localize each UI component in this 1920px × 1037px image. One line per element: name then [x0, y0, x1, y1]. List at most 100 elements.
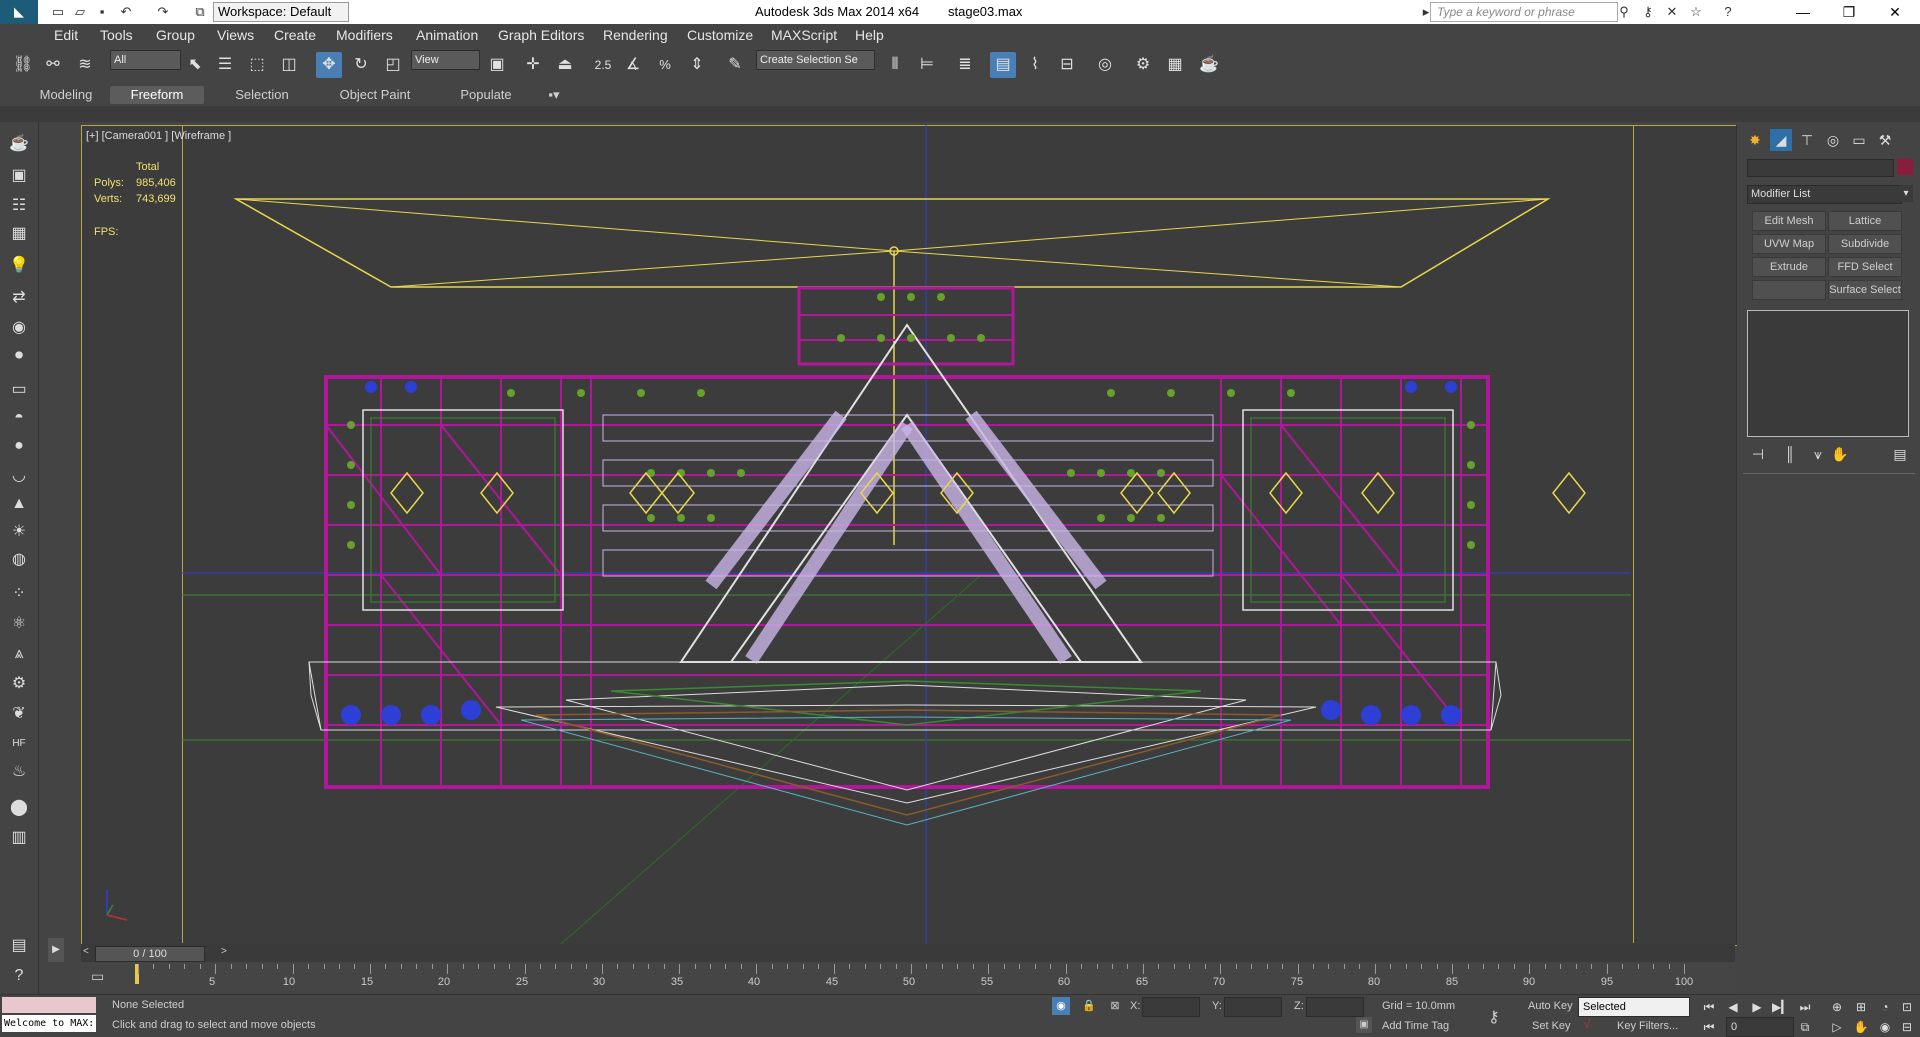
layer-manager-icon[interactable]: ≣	[952, 52, 978, 78]
material-editor-icon[interactable]: ◎	[1092, 52, 1118, 78]
modifier-list-dropdown[interactable]: Modifier List	[1747, 185, 1902, 204]
ref-coord-dropdown[interactable]: View	[411, 50, 480, 70]
zoom-all-icon[interactable]: ⊞	[1852, 999, 1870, 1015]
render-setup-icon[interactable]: ⚙	[1130, 52, 1156, 78]
select-scale-icon[interactable]: ◰	[380, 52, 406, 78]
time-config-icon[interactable]: ⧉	[1796, 1019, 1814, 1035]
workspace-dropdown[interactable]: Workspace: Default	[213, 2, 349, 22]
key-mode-dropdown[interactable]: Selected	[1578, 997, 1690, 1017]
restore-button[interactable]: ❐	[1826, 0, 1872, 24]
menu-graph-editors[interactable]: Graph Editors	[498, 27, 584, 43]
tripod-icon[interactable]: ⩓	[6, 642, 32, 666]
disc-icon[interactable]: ◍	[6, 548, 32, 572]
open-file-icon[interactable]: ▱	[72, 4, 88, 20]
auto-key-button[interactable]: Auto Key	[1528, 1000, 1573, 1012]
goto-start-icon[interactable]: ⏮	[1700, 999, 1718, 1015]
display-tab-icon[interactable]: ▭	[1848, 129, 1870, 151]
y-coordinate-field[interactable]	[1224, 997, 1282, 1017]
object-name-field[interactable]	[1747, 159, 1894, 177]
tab-populate[interactable]: Populate	[446, 86, 526, 104]
rect-selection-icon[interactable]: ⬚	[244, 52, 270, 78]
plant-icon[interactable]: ❦	[6, 702, 32, 726]
mirror-icon[interactable]: ⫴	[882, 52, 908, 78]
set-key-icon[interactable]: √	[1578, 1017, 1596, 1033]
orbit-icon[interactable]: ◔	[1876, 999, 1894, 1015]
box-icon[interactable]: ▭	[6, 378, 32, 402]
gear-icon[interactable]: ⚙	[6, 672, 32, 696]
surface-select-button[interactable]: Surface Select	[1828, 280, 1902, 300]
tab-object-paint[interactable]: Object Paint	[328, 86, 422, 104]
time-slider[interactable]: < 0 / 100 >	[81, 944, 1735, 962]
lock-selection-icon[interactable]: 🔒	[1080, 997, 1098, 1015]
window-crossing-icon[interactable]: ◫	[276, 52, 302, 78]
selection-filter-dropdown[interactable]: All	[110, 50, 181, 70]
angle-snap-icon[interactable]: ∡	[620, 52, 646, 78]
bind-space-warp-icon[interactable]: ≋	[72, 52, 98, 78]
pivot-center-icon[interactable]: ▣	[484, 52, 510, 78]
current-frame-field[interactable]: 0	[1726, 1017, 1794, 1037]
uvw-map-button[interactable]: UVW Map	[1752, 234, 1826, 254]
lattice-button[interactable]: Lattice	[1828, 211, 1902, 231]
app-logo-icon[interactable]: ◣	[0, 0, 38, 24]
unlink-icon[interactable]: ⚯	[40, 52, 66, 78]
object-color-swatch[interactable]	[1897, 159, 1913, 175]
spinner-snap-icon[interactable]: ⇕	[684, 52, 710, 78]
particles-icon[interactable]: ⁘	[6, 582, 32, 606]
select-rotate-icon[interactable]: ↻	[348, 52, 374, 78]
menu-views[interactable]: Views	[217, 27, 254, 43]
teapot-icon[interactable]: ☕	[6, 132, 32, 156]
grid-table-icon[interactable]: ▥	[6, 826, 32, 850]
redo-icon[interactable]: ↷	[155, 4, 171, 20]
play-icon[interactable]: ▶	[1748, 999, 1766, 1015]
pin-stack-icon[interactable]: ⊣	[1747, 443, 1769, 465]
key-icon[interactable]: ⚷	[1640, 4, 1656, 20]
curve-editor-icon[interactable]: ⌇	[1022, 52, 1048, 78]
time-tag-icon[interactable]: ▣	[1356, 1017, 1372, 1033]
min-max-toggle-icon[interactable]: ⊟	[1898, 1019, 1916, 1035]
tab-selection[interactable]: Selection	[222, 86, 302, 104]
show-end-result-icon[interactable]: ║	[1779, 443, 1801, 465]
frame-display[interactable]: 0 / 100	[95, 946, 205, 962]
empty-modifier-button[interactable]	[1752, 280, 1826, 300]
save-file-icon[interactable]: ▪	[94, 4, 110, 20]
create-tab-icon[interactable]: ✸	[1744, 129, 1766, 151]
help-icon[interactable]: ?	[1720, 4, 1736, 20]
graphite-toggle-icon[interactable]: ▤	[990, 52, 1016, 78]
new-file-icon[interactable]: ▭	[50, 4, 66, 20]
menu-edit[interactable]: Edit	[54, 27, 78, 43]
shaded-sphere-icon[interactable]: ⬤	[6, 796, 32, 820]
link-icon[interactable]: ⛓	[10, 52, 36, 78]
edit-named-selection-icon[interactable]: ✎	[722, 52, 748, 78]
undo-icon[interactable]: ↶	[118, 4, 134, 20]
video-camera-icon[interactable]: ⏺	[6, 344, 32, 368]
maxscript-listener-top[interactable]	[2, 997, 96, 1013]
make-unique-icon[interactable]: ⩛	[1807, 443, 1829, 465]
modifier-stack[interactable]	[1747, 310, 1909, 437]
tab-freeform[interactable]: Freeform	[110, 86, 204, 104]
ffd-select-button[interactable]: FFD Select	[1828, 257, 1902, 277]
rendered-frame-icon[interactable]: ▦	[1162, 52, 1188, 78]
menu-maxscript[interactable]: MAXScript	[771, 27, 837, 43]
binoculars-icon[interactable]: ⚲	[1616, 4, 1632, 20]
menu-tools[interactable]: Tools	[100, 27, 133, 43]
image-icon[interactable]: ▣	[6, 164, 32, 188]
next-frame-icon[interactable]: ▶▎	[1772, 999, 1790, 1015]
close-button[interactable]: ✕	[1872, 0, 1918, 24]
key-mode-toggle-icon[interactable]: ⏮	[1700, 1019, 1718, 1035]
bowl-icon[interactable]: ◡	[6, 464, 32, 488]
mini-curve-editor-icon[interactable]: ▭	[91, 968, 104, 985]
track-bar[interactable]: ▭ 5 10 15 20 25 30 35 40 45 50 55 60 65 …	[81, 962, 1735, 994]
sphere-icon[interactable]: ●	[6, 434, 32, 458]
remove-modifier-icon[interactable]: ✋	[1829, 443, 1851, 465]
set-key-button[interactable]: Set Key	[1532, 1020, 1571, 1032]
exchange-icon[interactable]: ✕	[1664, 4, 1680, 20]
help-circle-icon[interactable]: ?	[6, 964, 32, 988]
menu-rendering[interactable]: Rendering	[603, 27, 668, 43]
x-coordinate-field[interactable]	[1142, 997, 1200, 1017]
ribbon-options-icon[interactable]: ▪▾	[542, 86, 566, 104]
hair-icon[interactable]: HF	[6, 732, 32, 756]
align-icon[interactable]: ⊨	[914, 52, 940, 78]
named-selection-dropdown[interactable]: Create Selection Se	[756, 50, 875, 70]
snap-toggle[interactable]: 2.5	[590, 52, 616, 78]
render-teapot-icon[interactable]: ☕	[1196, 52, 1222, 78]
